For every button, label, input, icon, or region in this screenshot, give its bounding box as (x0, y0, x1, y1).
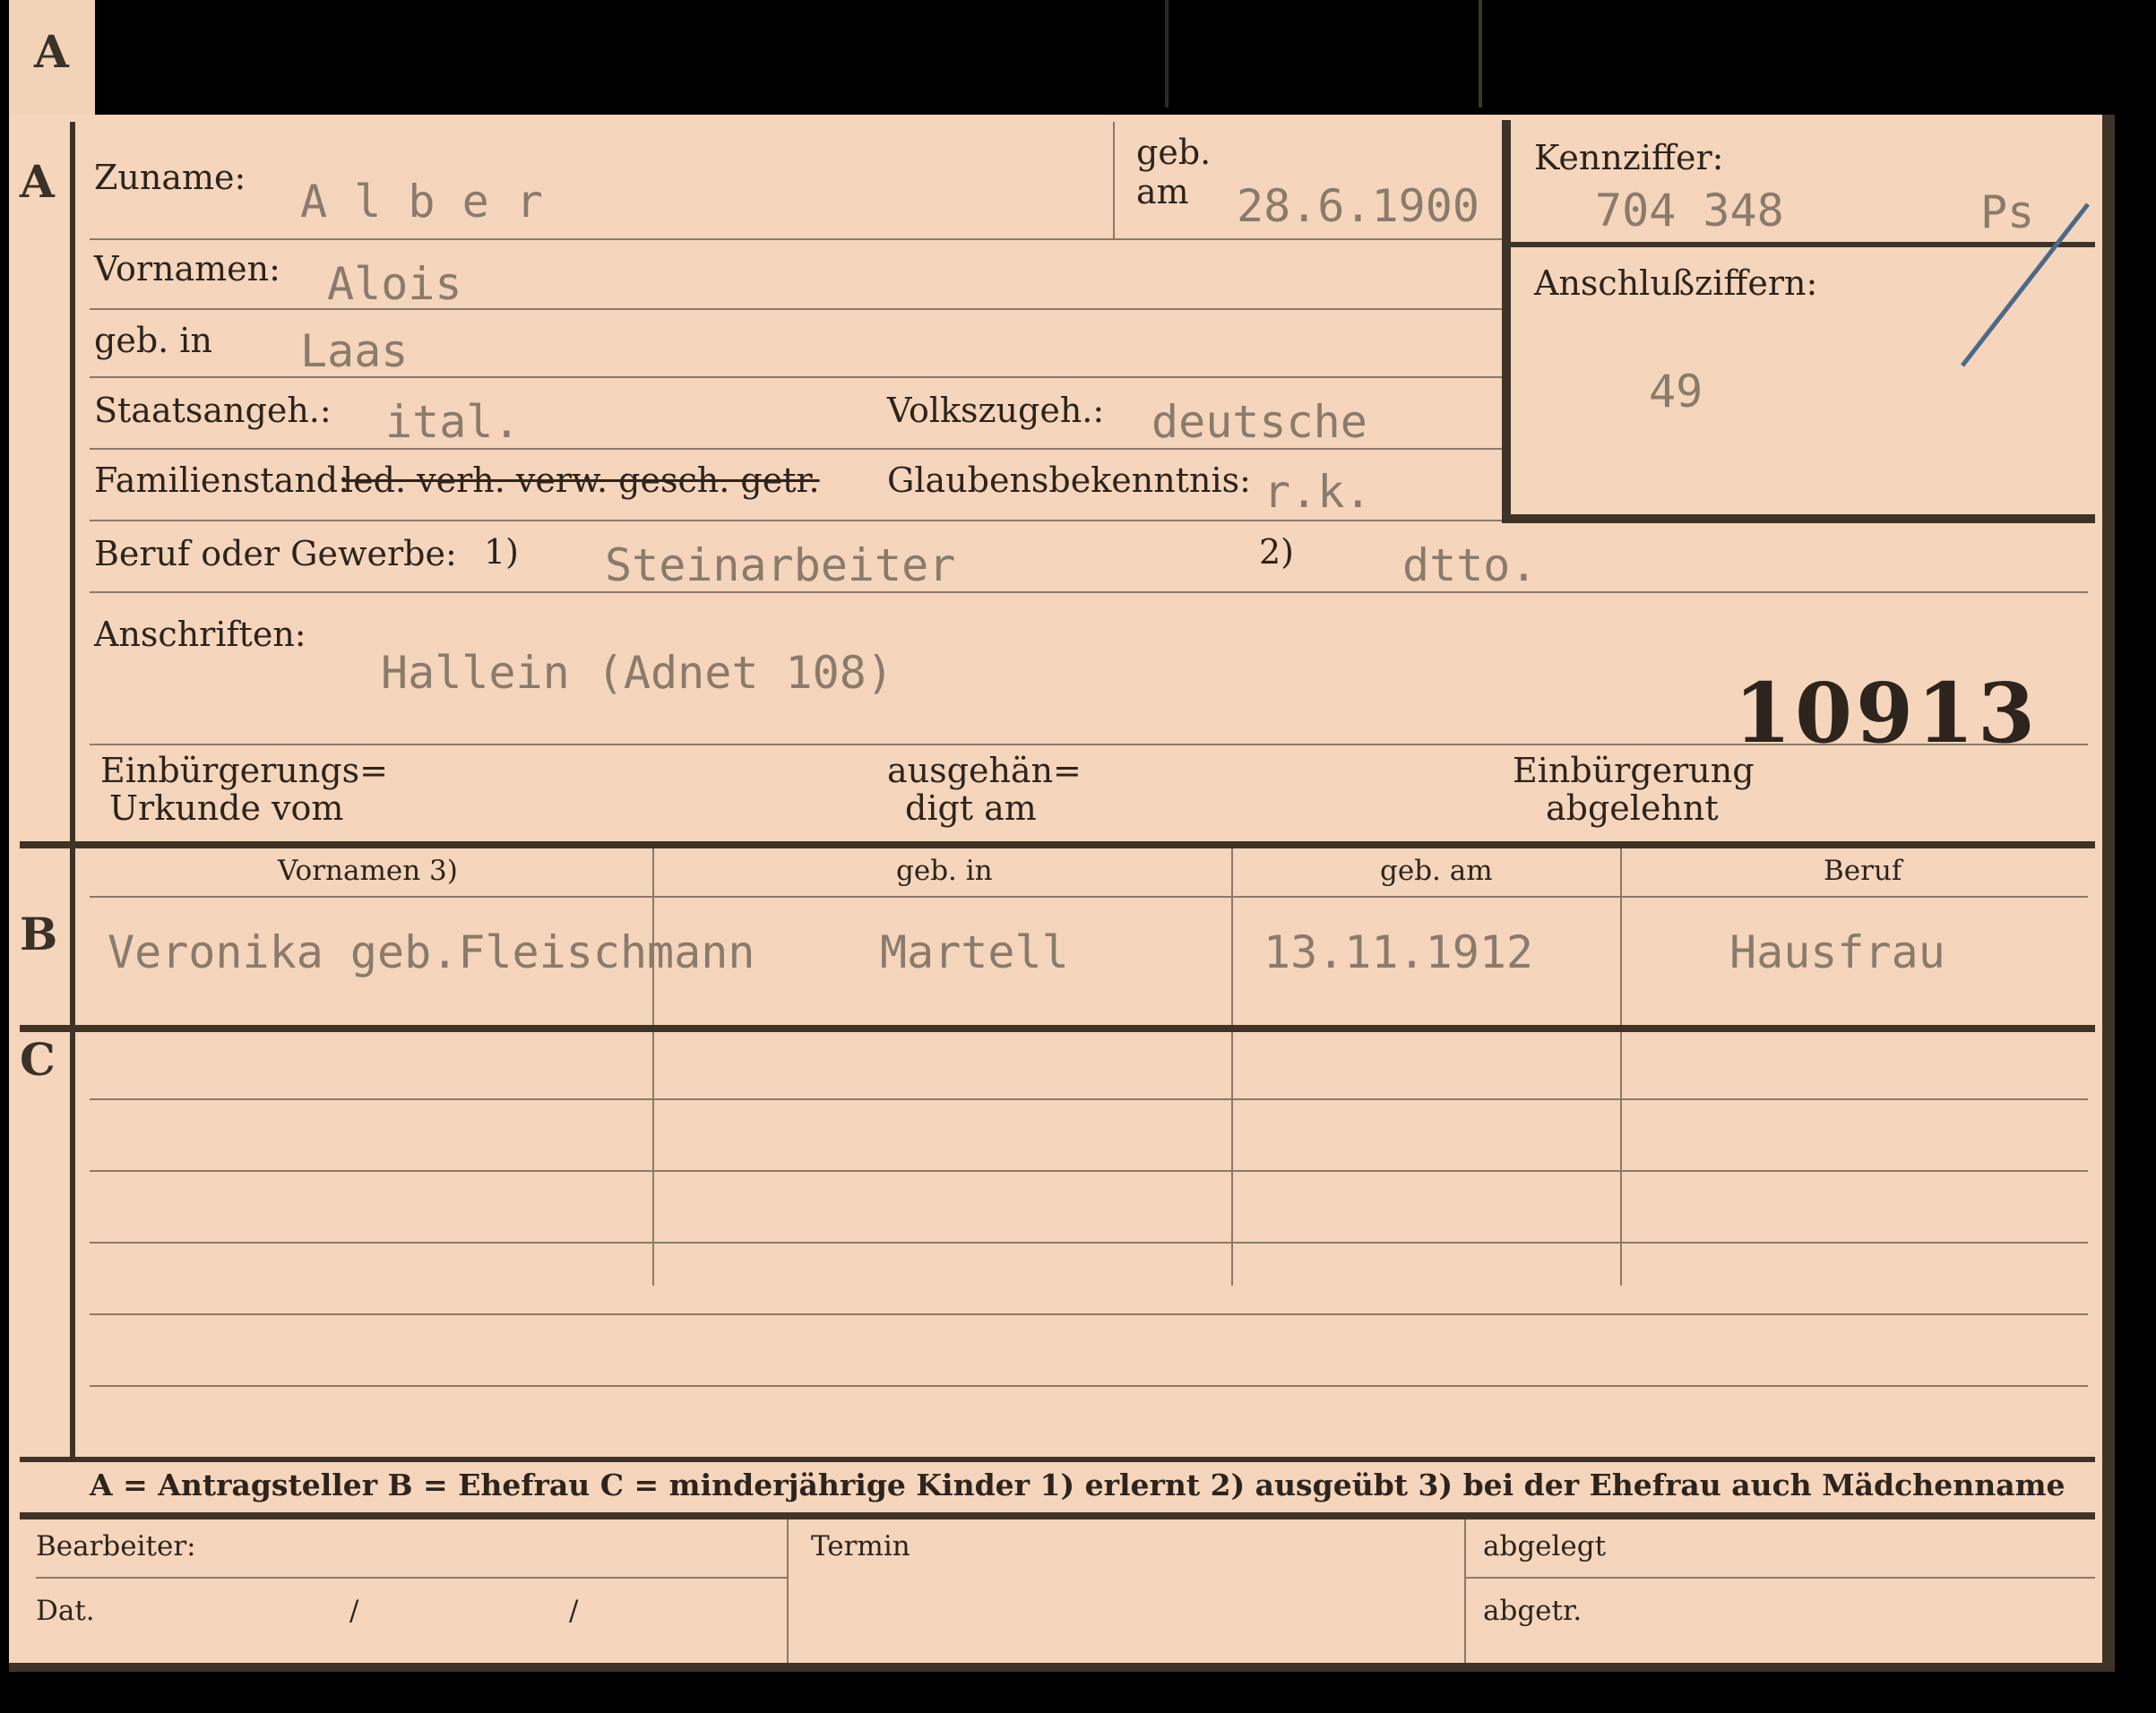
kennziffer-box-bottom (1502, 514, 2095, 523)
table-col-divider-2 (1231, 848, 1233, 1286)
familienstand-options: led. verh. verw. gesch. getr. (342, 461, 820, 500)
glauben-label: Glaubensbekenntnis: (887, 461, 1251, 500)
rule-a1 (90, 238, 1502, 240)
ausgehaen-label-2: digt am (905, 788, 1037, 828)
anschluss-value: 49 (1649, 366, 1703, 417)
header-geb-in: geb. in (896, 855, 993, 887)
geb-am-label-1: geb. (1136, 133, 1212, 172)
geb-am-label-2: am (1136, 172, 1189, 211)
geb-in-value: Laas (300, 325, 409, 377)
rule-c-top (20, 1025, 2095, 1032)
volkszugeh-value: deutsche (1151, 396, 1367, 448)
kennziffer-value: 704 348 (1595, 185, 1784, 237)
geb-am-value: 28.6.1900 (1237, 180, 1479, 232)
header-vornamen: Vornamen 3) (278, 855, 458, 887)
abgetr-label: abgetr. (1483, 1595, 1583, 1627)
bottom-divider-1 (787, 1519, 789, 1663)
anschluss-label: Anschlußziffern: (1534, 263, 1818, 303)
section-c-letter: C (20, 1033, 56, 1086)
rule-footnote-bottom (20, 1512, 2095, 1519)
abgelehnt-label-2: abgelehnt (1546, 788, 1719, 828)
beruf-note-1: 1) (484, 532, 520, 572)
wife-birthplace: Martell (880, 926, 1069, 978)
familienstand-label: Familienstand: (94, 461, 349, 500)
rule-b-header (90, 896, 2088, 898)
bearbeiter-label: Bearbeiter: (36, 1530, 196, 1562)
glauben-value: r.k. (1263, 466, 1372, 518)
dat-sep-2: / (569, 1595, 579, 1627)
card-tab: A (9, 0, 95, 115)
rule-c5 (90, 1385, 2088, 1387)
stamp-number: 10913 (1734, 665, 2040, 762)
anschriften-label: Anschriften: (94, 615, 306, 654)
rule-abgelegt (1464, 1577, 2095, 1579)
vornamen-label: Vornamen: (94, 249, 280, 288)
pen-tick-mark (1961, 202, 2090, 367)
rule-a2 (90, 308, 1502, 310)
naturalization-card: A B C Zuname: A l b e r geb. am 28.6.190… (9, 115, 2115, 1672)
staatsangeh-value: ital. (385, 396, 521, 448)
scan-clip-top-2 (1479, 0, 1482, 108)
abgelegt-label: abgelegt (1483, 1530, 1607, 1562)
rule-c2 (90, 1170, 2088, 1172)
wife-name: Veronika geb.Fleischmann (108, 926, 755, 978)
zuname-divider (1113, 122, 1115, 240)
anschriften-value: Hallein (Adnet 108) (381, 647, 893, 699)
kennziffer-label: Kennziffer: (1534, 138, 1724, 177)
table-col-divider-1 (652, 848, 654, 1286)
rule-bearbeiter (36, 1577, 787, 1579)
zuname-label: Zuname: (94, 158, 246, 197)
abgelehnt-label-1: Einbürgerung (1513, 751, 1755, 790)
einbuerg-label-2: Urkunde vom (109, 788, 344, 828)
zuname-value: A l b e r (300, 176, 543, 228)
footnote: A = Antragsteller B = Ehefrau C = minder… (90, 1468, 2065, 1502)
rule-a3 (90, 376, 1502, 378)
ausgehaen-label-1: ausgehän= (887, 751, 1082, 790)
header-geb-am: geb. am (1380, 855, 1493, 887)
table-col-divider-3 (1620, 848, 1622, 1286)
bottom-divider-2 (1464, 1519, 1466, 1663)
vornamen-value: Alois (327, 258, 462, 310)
rule-a6 (90, 591, 2088, 593)
header-beruf: Beruf (1824, 855, 1902, 887)
rule-a7 (90, 744, 2088, 745)
beruf-label: Beruf oder Gewerbe: (94, 534, 457, 573)
rule-b-top (20, 841, 2095, 848)
termin-label: Termin (811, 1530, 910, 1562)
rule-c1 (90, 1098, 2088, 1100)
rule-a5 (90, 520, 1502, 521)
beruf-note-2: 2) (1259, 532, 1295, 572)
scan-clip-top (1165, 0, 1169, 108)
rule-c4 (90, 1313, 2088, 1315)
kennziffer-box-left (1502, 120, 1511, 523)
section-b-letter: B (20, 908, 58, 960)
rule-c3 (90, 1242, 2088, 1244)
geb-in-label: geb. in (94, 321, 212, 360)
beruf-value-1: Steinarbeiter (605, 539, 956, 591)
dat-sep-1: / (349, 1595, 359, 1627)
staatsangeh-label: Staatsangeh.: (94, 391, 332, 430)
section-a-letter: A (20, 155, 55, 208)
section-a-tab-letter: A (34, 25, 69, 78)
beruf-value-2: dtto. (1402, 539, 1538, 591)
dat-label: Dat. (36, 1595, 95, 1627)
rule-footnote-top (20, 1457, 2095, 1462)
volkszugeh-label: Volkszugeh.: (887, 391, 1105, 430)
rule-a4 (90, 448, 1502, 450)
einbuerg-label-1: Einbürgerungs= (100, 751, 388, 790)
wife-occupation: Hausfrau (1729, 926, 1945, 978)
wife-birthdate: 13.11.1912 (1263, 926, 1534, 978)
margin-divider (70, 122, 75, 1459)
